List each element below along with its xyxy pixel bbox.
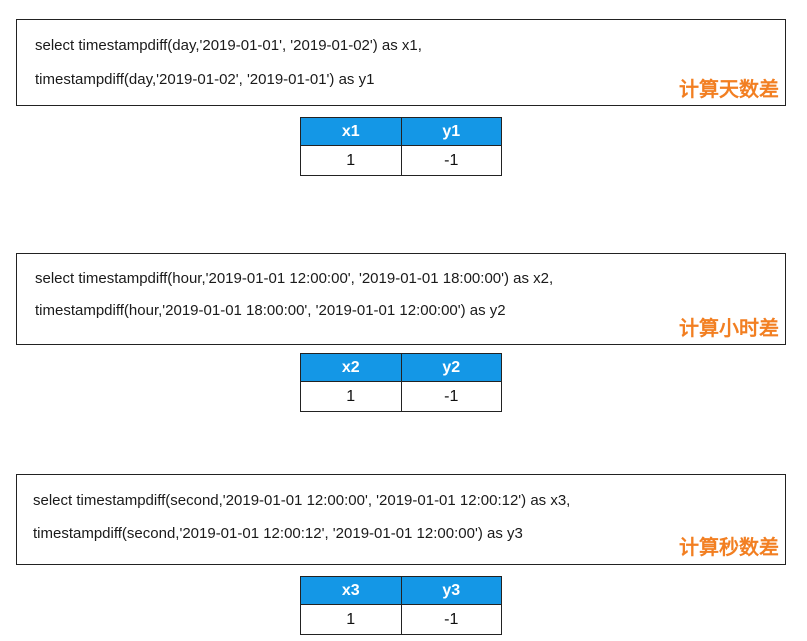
result-table: x3 y3 1 -1 bbox=[300, 576, 502, 635]
table-cell: -1 bbox=[400, 604, 502, 635]
column-header: x3 bbox=[300, 576, 402, 605]
caption-tag: 计算秒数差 bbox=[679, 535, 779, 559]
column-header: y3 bbox=[400, 576, 502, 605]
sql-line-1: select timestampdiff(second,'2019-01-01 … bbox=[33, 492, 571, 509]
sql-line-2: timestampdiff(second,'2019-01-01 12:00:1… bbox=[33, 525, 523, 542]
sql-code-box: select timestampdiff(second,'2019-01-01 … bbox=[16, 474, 786, 565]
example-second: select timestampdiff(second,'2019-01-01 … bbox=[0, 0, 807, 641]
table-row: 1 -1 bbox=[300, 604, 502, 635]
table-header-row: x3 y3 bbox=[300, 576, 502, 605]
table-cell: 1 bbox=[300, 604, 402, 635]
